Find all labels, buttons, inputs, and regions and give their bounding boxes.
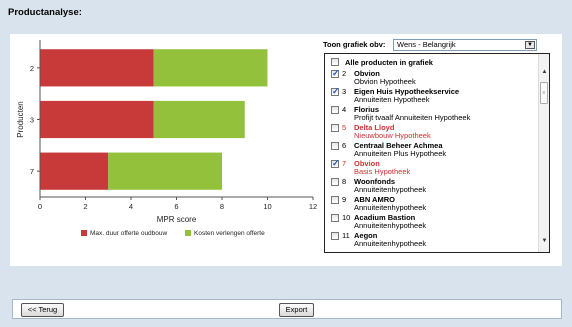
product-number: 8	[342, 177, 347, 186]
x-tick-label: 12	[309, 202, 317, 211]
product-checkbox[interactable]	[331, 196, 339, 204]
product-number: 6	[342, 141, 347, 150]
page-title: Productanalyse:	[8, 7, 82, 18]
legend-label-series1: Max. duur offerte oudbouw	[90, 230, 168, 237]
product-list[interactable]: Alle producten in grafiek ▲ ≡ ▼ 2ObvionO…	[324, 53, 550, 253]
product-item[interactable]: 6 Centraal Beheer Achmea Annuiteiten Plus …	[331, 141, 531, 160]
x-axis-label: MPR score	[157, 215, 197, 224]
product-checkbox[interactable]	[331, 214, 339, 222]
product-item[interactable]: 2ObvionObvion Hypotheek	[331, 68, 531, 88]
product-subtitle: Annuiteitenhypotheek	[354, 239, 427, 248]
product-checkbox[interactable]	[331, 158, 340, 169]
product-number: 2	[342, 69, 347, 78]
product-number: 4	[342, 105, 347, 114]
all-products-row[interactable]: Alle producten in grafiek	[331, 57, 433, 67]
product-item[interactable]: 10 Acadium Bastion Annuiteitenhypotheek	[331, 213, 531, 232]
chevron-down-icon[interactable]: ▼	[525, 41, 535, 49]
product-item[interactable]: 8 Woonfonds Annuiteitenhypotheek	[331, 177, 531, 196]
back-button[interactable]: << Terug	[21, 303, 64, 317]
y-tick-label: 3	[30, 116, 34, 125]
x-tick-label: 4	[129, 202, 133, 211]
product-item[interactable]: 7ObvionBasis Hypotheek	[331, 158, 531, 178]
all-products-label: Alle producten in grafiek	[345, 57, 433, 67]
product-number: 3	[342, 87, 347, 96]
product-item[interactable]: 9 ABN AMRO Annuiteitenhypotheek	[331, 195, 531, 214]
product-checkbox[interactable]	[331, 68, 340, 79]
product-checkbox[interactable]	[331, 178, 339, 186]
bar-series1-cat-3	[40, 100, 154, 139]
x-tick-label: 8	[220, 202, 224, 211]
x-tick-label: 2	[83, 202, 87, 211]
all-products-checkbox[interactable]	[331, 58, 339, 66]
legend-swatch-series1	[81, 230, 87, 236]
y-axis-label: Producten	[16, 101, 25, 137]
y-tick-label: 2	[30, 64, 34, 73]
product-subtitle: Annuiteiten Plus Hypotheek	[354, 149, 447, 158]
bar-series2-cat-3	[153, 100, 245, 139]
x-tick-label: 6	[174, 202, 178, 211]
product-number: 9	[342, 195, 347, 204]
product-checkbox[interactable]	[331, 232, 339, 240]
bar-series2-cat-2	[153, 49, 268, 87]
product-number: 11	[342, 231, 350, 240]
bar-series2-cat-7	[108, 152, 222, 190]
x-tick-label: 0	[38, 202, 42, 211]
legend-swatch-series2	[185, 230, 191, 236]
product-list-scrollbar[interactable]: ▲ ≡ ▼	[538, 54, 549, 252]
product-subtitle: Obvion Hypotheek	[354, 77, 416, 86]
bar-series1-cat-2	[40, 49, 154, 87]
legend-label-series2: Kosten verlengen offerte	[194, 230, 265, 237]
y-tick-label: 7	[30, 167, 34, 176]
product-subtitle: Annuiteitenhypotheek	[354, 185, 427, 194]
product-number: 7	[342, 159, 347, 168]
product-subtitle: Annuiteitenhypotheek	[354, 221, 427, 230]
product-subtitle: Annuiteitenhypotheek	[354, 203, 427, 212]
scroll-thumb[interactable]: ≡	[540, 82, 548, 104]
product-checkbox[interactable]	[331, 86, 340, 97]
scroll-down-icon[interactable]: ▼	[540, 237, 549, 246]
product-subtitle: Annuiteiten Hypotheek	[354, 95, 430, 104]
product-item[interactable]: 11 Aegon Annuiteitenhypotheek	[331, 231, 531, 250]
product-item[interactable]: 3Eigen Huis HypotheekserviceAnnuiteiten …	[331, 86, 531, 106]
product-checkbox[interactable]	[331, 142, 339, 150]
product-item[interactable]: 5 Delta Lloyd Nieuwbouw Hypotheek	[331, 123, 531, 142]
product-number: 5	[342, 123, 347, 132]
product-checkbox[interactable]	[331, 124, 339, 132]
scroll-up-icon[interactable]: ▲	[540, 68, 549, 77]
chart-basis-label: Toon grafiek obv:	[323, 40, 386, 49]
x-tick-label: 10	[263, 202, 271, 211]
product-subtitle: Profijt tvaalf Annuiteiten Hypotheek	[354, 113, 471, 122]
chart-basis-select-value: Wens - Belangrijk	[397, 40, 456, 49]
chart-basis-select[interactable]: Wens - Belangrijk ▼	[393, 39, 537, 51]
export-button[interactable]: Export	[279, 303, 314, 317]
bar-series1-cat-7	[40, 152, 109, 190]
footer-bar: << Terug Export	[12, 299, 562, 319]
product-subtitle: Basis Hypotheek	[354, 167, 411, 176]
product-number: 10	[342, 213, 351, 222]
product-subtitle: Nieuwbouw Hypotheek	[354, 131, 431, 140]
product-checkbox[interactable]	[331, 106, 339, 114]
product-item[interactable]: 4 Florius Profijt tvaalf Annuiteiten Hypot…	[331, 105, 531, 124]
mpr-score-chart: 2 3 7 0 2 4 6 8 10 12 MPR score Producten Max. duur …	[16, 40, 317, 237]
